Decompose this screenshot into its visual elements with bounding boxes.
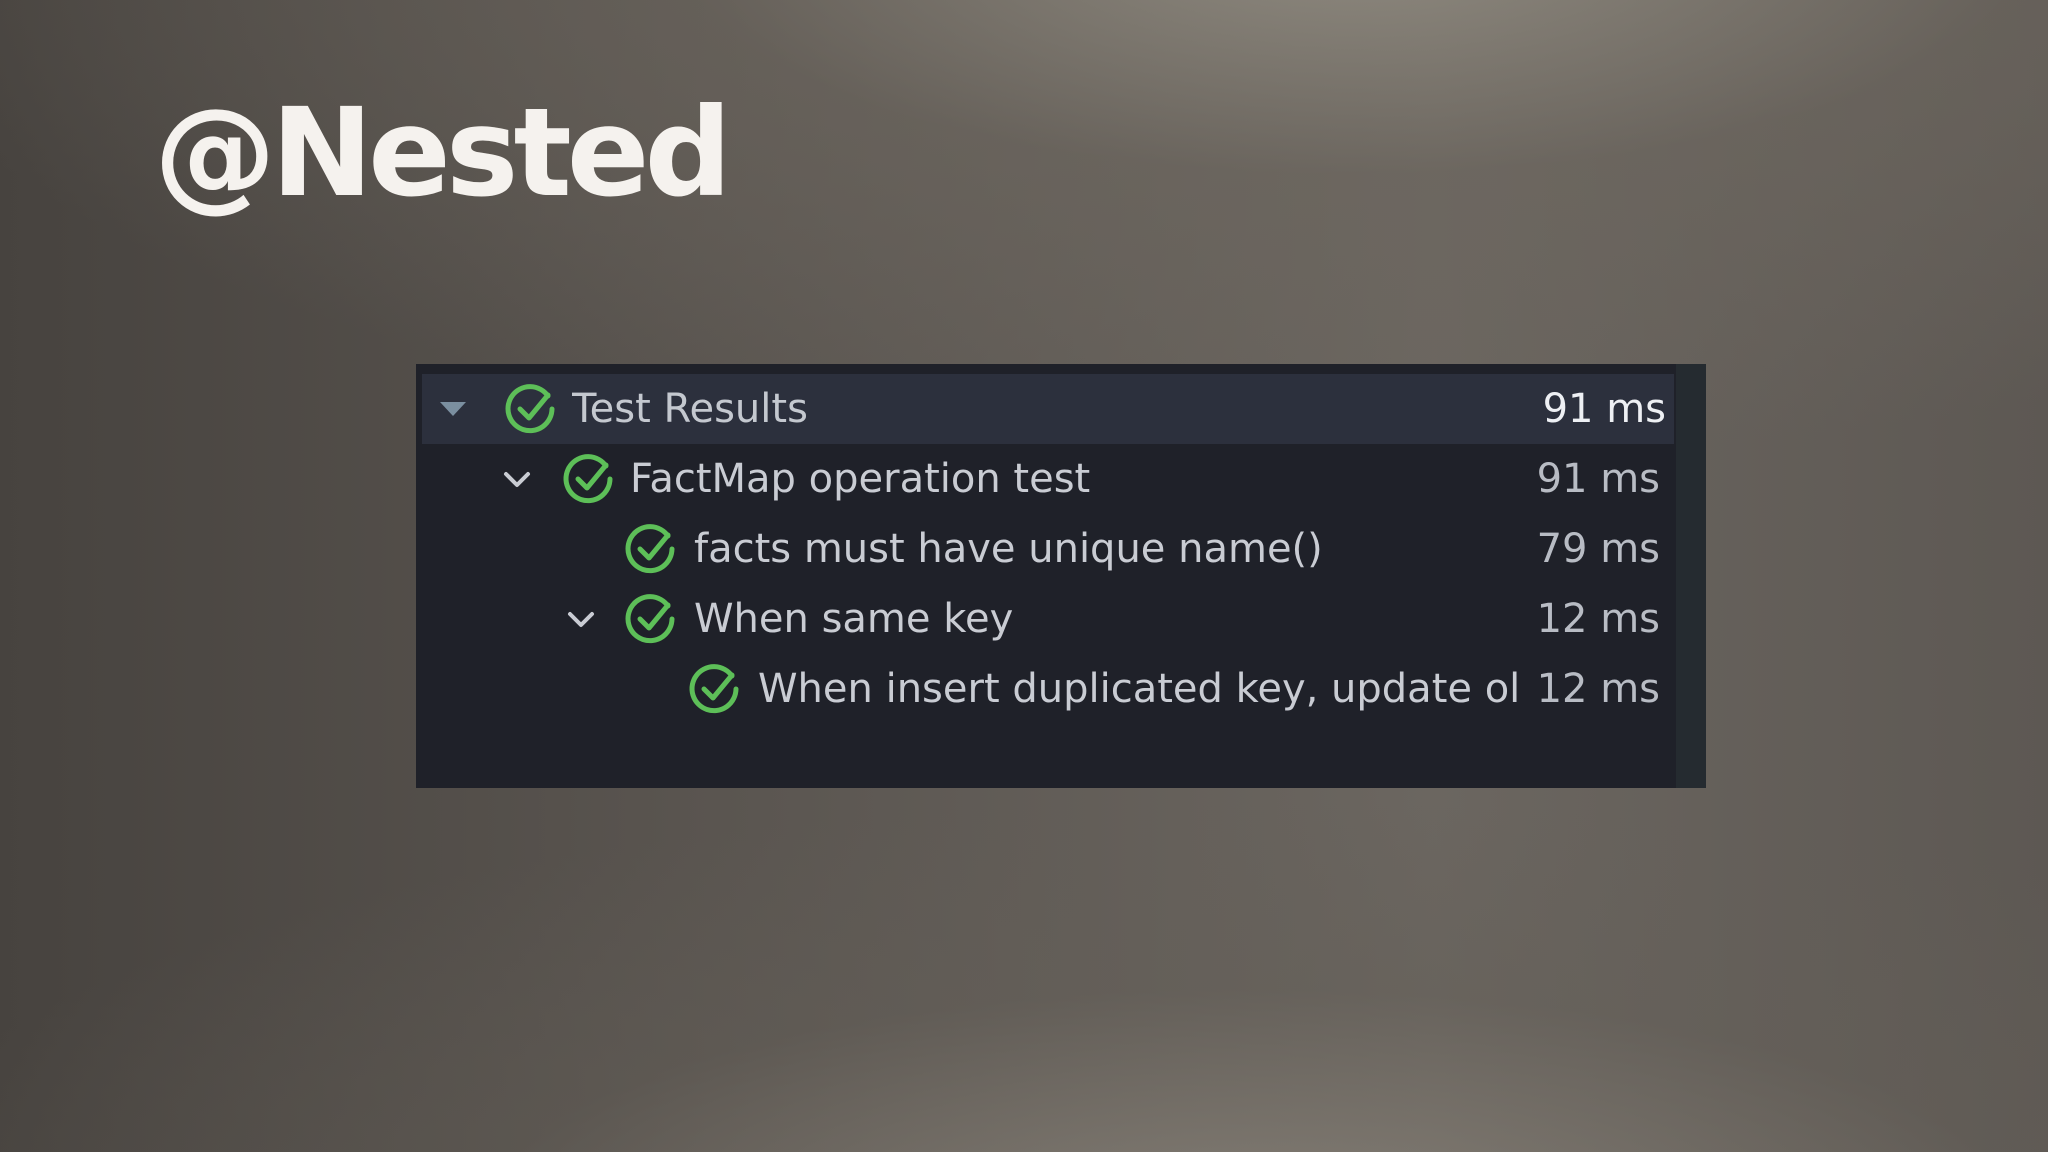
test-name: When insert duplicated key, update olc xyxy=(758,666,1522,712)
test-name: When same key xyxy=(694,596,1014,642)
test-name: FactMap operation test xyxy=(630,456,1091,502)
test-tree-row-nested-test[interactable]: When insert duplicated key, update olc 1… xyxy=(416,654,1674,724)
test-tree-row-root[interactable]: Test Results 91 ms xyxy=(422,374,1674,444)
test-tree-row-nested-suite[interactable]: When same key 12 ms xyxy=(416,584,1674,654)
test-tree-row-suite[interactable]: FactMap operation test 91 ms xyxy=(416,444,1674,514)
test-duration: 12 ms xyxy=(1536,666,1660,712)
test-duration: 91 ms xyxy=(1536,456,1660,502)
scrollbar[interactable] xyxy=(1676,364,1706,788)
test-duration: 91 ms xyxy=(1542,386,1666,432)
test-name: facts must have unique name() xyxy=(694,526,1323,572)
chevron-down-icon[interactable] xyxy=(436,392,470,426)
check-circle-icon xyxy=(624,592,678,646)
slide-title: @Nested xyxy=(154,82,732,224)
check-circle-icon xyxy=(504,382,558,436)
chevron-down-icon[interactable] xyxy=(500,462,534,496)
test-tree-row-test[interactable]: facts must have unique name() 79 ms xyxy=(416,514,1674,584)
check-circle-icon xyxy=(562,452,616,506)
test-duration: 79 ms xyxy=(1536,526,1660,572)
check-circle-icon xyxy=(688,662,742,716)
test-name: Test Results xyxy=(572,386,808,432)
chevron-down-icon[interactable] xyxy=(564,602,598,636)
test-results-panel: Test Results 91 ms FactMap operation tes… xyxy=(416,364,1706,788)
check-circle-icon xyxy=(624,522,678,576)
test-duration: 12 ms xyxy=(1536,596,1660,642)
